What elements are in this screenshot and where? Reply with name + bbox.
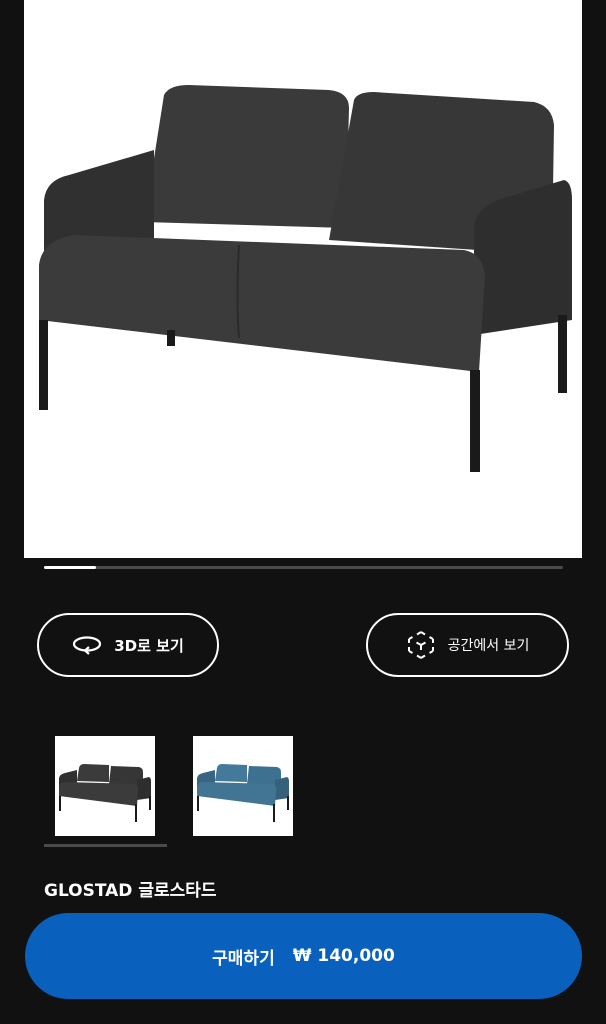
product-name: GLOSTAD 글로스타드 — [44, 881, 217, 901]
view-in-room-button[interactable]: 공간에서 보기 — [366, 613, 569, 677]
image-progress-track — [44, 566, 563, 569]
buy-button-price: ₩ 140,000 — [292, 946, 395, 966]
rotate-icon — [72, 634, 102, 656]
buy-button-label: 구매하기 — [212, 948, 275, 969]
view-3d-label: 3D로 보기 — [114, 636, 184, 655]
image-progress-fill — [44, 566, 96, 569]
variant-thumbnail-dark-grey[interactable] — [55, 736, 155, 836]
ar-cube-icon — [406, 630, 436, 660]
view-3d-button[interactable]: 3D로 보기 — [37, 613, 219, 677]
view-in-room-label: 공간에서 보기 — [447, 638, 530, 654]
variant-thumbnail-blue[interactable] — [193, 736, 293, 836]
selected-variant-indicator — [44, 844, 167, 847]
buy-button[interactable]: 구매하기 ₩ 140,000 — [25, 913, 582, 999]
product-hero-image[interactable] — [24, 0, 582, 558]
sofa-image — [39, 85, 572, 472]
